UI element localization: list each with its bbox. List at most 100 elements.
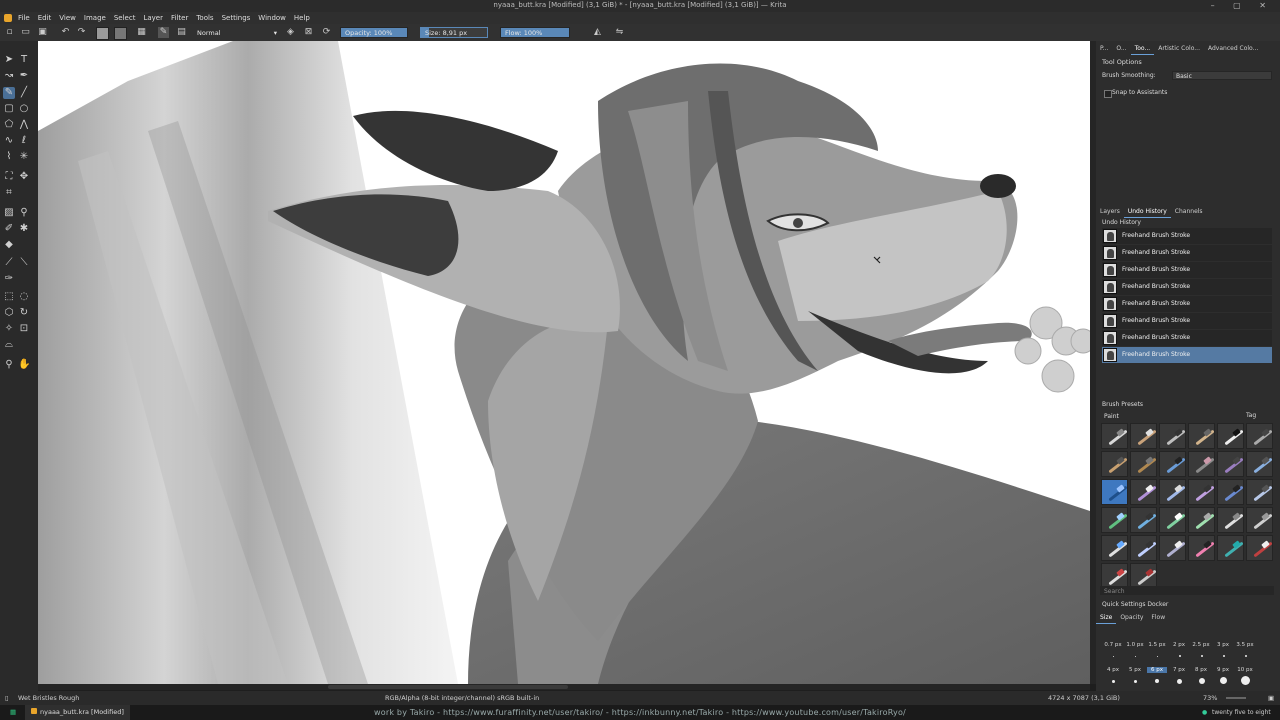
color-picker-icon[interactable]: ⚲	[18, 207, 30, 219]
undo-history-item[interactable]: Freehand Brush Stroke	[1102, 296, 1272, 312]
brush-settings-icon[interactable]: ▤	[176, 27, 187, 38]
brush-preset[interactable]	[1246, 451, 1273, 477]
tab-tool-options[interactable]: Too...	[1130, 44, 1155, 55]
smart-patch-icon[interactable]: ✱	[18, 223, 30, 235]
rect-select-icon[interactable]: ⬚	[3, 291, 15, 303]
background-color-swatch[interactable]	[114, 27, 127, 40]
flow-slider[interactable]: Flow: 100%	[500, 27, 570, 38]
text-tool-icon[interactable]: T	[18, 54, 30, 66]
foreground-color-swatch[interactable]	[96, 27, 109, 40]
fill-tool-icon[interactable]: ◆	[3, 239, 15, 251]
blend-mode-select[interactable]: Normal ▾	[192, 27, 280, 38]
freehand-select-icon[interactable]: ↻	[18, 307, 30, 319]
size-preset[interactable]: 2 px	[1169, 642, 1189, 648]
menu-file[interactable]: File	[14, 12, 34, 24]
transform-tool-icon[interactable]: ⛶	[3, 171, 15, 183]
reference-images-icon[interactable]: ✑	[3, 273, 15, 285]
brush-preset[interactable]	[1217, 479, 1244, 505]
tab-advanced-color[interactable]: Advanced Colo...	[1204, 44, 1262, 55]
tab-layers[interactable]: Layers	[1096, 207, 1124, 218]
brush-smoothing-select[interactable]: Basic	[1172, 71, 1272, 80]
tab-channels[interactable]: Channels	[1171, 207, 1207, 218]
tab-palette[interactable]: P...	[1096, 44, 1112, 55]
brush-preset[interactable]	[1246, 479, 1273, 505]
brush-preset-icon[interactable]: ✎	[158, 27, 169, 38]
size-slider[interactable]: Size: 8,91 px	[420, 27, 488, 38]
menu-select[interactable]: Select	[110, 12, 140, 24]
size-preset[interactable]: 5 px	[1125, 667, 1145, 673]
polygon-select-icon[interactable]: ⬡	[3, 307, 15, 319]
brush-preset[interactable]	[1188, 479, 1215, 505]
similar-select-icon[interactable]: ⊡	[18, 323, 30, 335]
snap-to-assistants-checkbox[interactable]	[1104, 90, 1112, 98]
size-preset[interactable]: 1.0 px	[1125, 642, 1145, 648]
mirror-vertical-icon[interactable]: ⇋	[614, 27, 625, 38]
brush-preset[interactable]	[1246, 535, 1273, 561]
new-document-icon[interactable]: ▫	[4, 27, 15, 38]
brush-preset[interactable]	[1101, 423, 1128, 449]
brush-preset[interactable]	[1130, 423, 1157, 449]
tab-opacity[interactable]: Opacity	[1116, 613, 1147, 624]
brush-preset[interactable]	[1217, 535, 1244, 561]
edit-shapes-icon[interactable]: ↝	[3, 70, 15, 82]
brush-preset[interactable]	[1188, 423, 1215, 449]
rotate-icon[interactable]: ▣	[1268, 691, 1274, 705]
line-tool-icon[interactable]: ╱	[18, 87, 30, 99]
undo-history-item[interactable]: Freehand Brush Stroke	[1102, 313, 1272, 329]
colorize-mask-icon[interactable]: ✐	[3, 223, 15, 235]
undo-history-item-selected[interactable]: Freehand Brush Stroke	[1102, 347, 1272, 363]
horizontal-scroll-thumb[interactable]	[328, 685, 568, 689]
multibrush-icon[interactable]: ✳	[18, 151, 30, 163]
crop-tool-icon[interactable]: ⌗	[3, 187, 15, 199]
menu-view[interactable]: View	[55, 12, 80, 24]
redo-icon[interactable]: ↷	[76, 27, 87, 38]
fill-gradient-icon[interactable]: ▦	[136, 27, 147, 38]
brush-preset-filter-select[interactable]: Paint	[1100, 411, 1240, 420]
eraser-mode-icon[interactable]: ◈	[285, 27, 296, 38]
menu-layer[interactable]: Layer	[139, 12, 167, 24]
menu-help[interactable]: Help	[290, 12, 314, 24]
freehand-path-icon[interactable]: ℓ	[18, 135, 30, 147]
brush-preset[interactable]	[1101, 507, 1128, 533]
gradient-tool-icon[interactable]: ▨	[3, 207, 15, 219]
menu-tools[interactable]: Tools	[192, 12, 217, 24]
horizontal-scrollbar[interactable]	[38, 684, 1090, 690]
size-preset[interactable]: 1.5 px	[1147, 642, 1167, 648]
size-preset[interactable]: 9 px	[1213, 667, 1233, 673]
size-preset[interactable]: 2.5 px	[1191, 642, 1211, 648]
tab-size[interactable]: Size	[1096, 613, 1117, 624]
preserve-alpha-icon[interactable]: ⊠	[303, 27, 314, 38]
opacity-slider[interactable]: Opacity: 100%	[340, 27, 408, 38]
dynamic-brush-icon[interactable]: ⌇	[3, 151, 15, 163]
brush-preset[interactable]	[1159, 535, 1186, 561]
undo-history-item[interactable]: Freehand Brush Stroke	[1102, 245, 1272, 261]
brush-preset[interactable]	[1188, 451, 1215, 477]
zoom-level[interactable]: 73%	[1203, 691, 1217, 705]
size-preset[interactable]: 3 px	[1213, 642, 1233, 648]
mirror-horizontal-icon[interactable]: ◭	[592, 27, 603, 38]
menu-filter[interactable]: Filter	[167, 12, 192, 24]
undo-history-item[interactable]: Freehand Brush Stroke	[1102, 330, 1272, 346]
pan-tool-icon[interactable]: ✋	[18, 359, 30, 371]
polygon-tool-icon[interactable]: ⬠	[3, 119, 15, 131]
menu-window[interactable]: Window	[254, 12, 290, 24]
tab-overview[interactable]: O...	[1112, 44, 1130, 55]
size-preset[interactable]: 0.7 px	[1103, 642, 1123, 648]
undo-history-item[interactable]: Freehand Brush Stroke	[1102, 279, 1272, 295]
size-preset[interactable]: 3.5 px	[1235, 642, 1255, 648]
undo-history-item[interactable]: Freehand Brush Stroke	[1102, 228, 1272, 244]
reload-preset-icon[interactable]: ⟳	[321, 27, 332, 38]
ellipse-tool-icon[interactable]: ○	[18, 103, 30, 115]
open-document-icon[interactable]: ▭	[20, 27, 31, 38]
brush-preset[interactable]	[1159, 479, 1186, 505]
brush-preset[interactable]	[1159, 451, 1186, 477]
tab-undo-history[interactable]: Undo History	[1123, 207, 1171, 218]
size-preset[interactable]: 10 px	[1235, 667, 1255, 673]
calligraphy-icon[interactable]: ✒	[18, 70, 30, 82]
brush-preset[interactable]	[1159, 507, 1186, 533]
brush-preset[interactable]	[1217, 451, 1244, 477]
brush-preset[interactable]	[1159, 423, 1186, 449]
tab-flow[interactable]: Flow	[1147, 613, 1169, 624]
zoom-slider[interactable]	[1226, 697, 1246, 699]
zoom-tool-icon[interactable]: ⚲	[3, 359, 15, 371]
